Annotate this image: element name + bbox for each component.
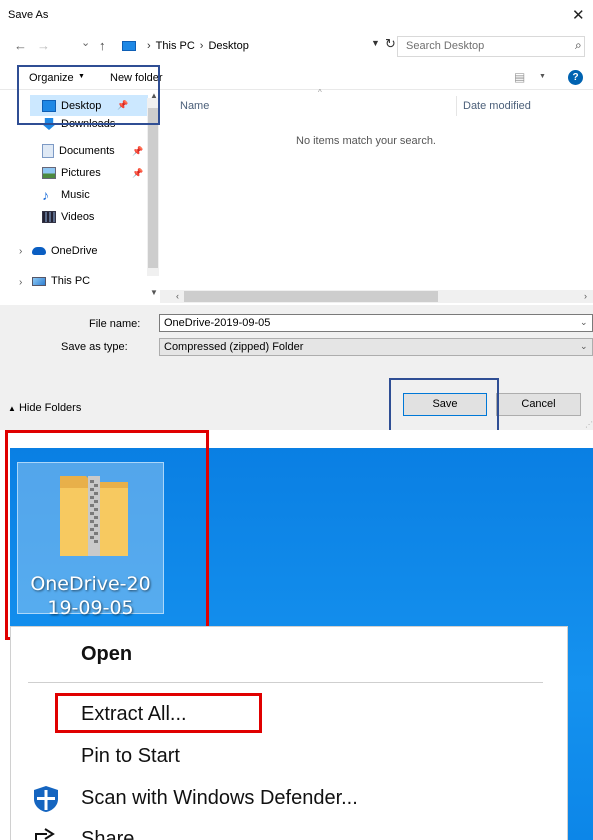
up-arrow-icon[interactable]: ↑ [99, 38, 106, 53]
column-header-name[interactable]: Name [180, 100, 209, 112]
save-as-type-select[interactable]: Compressed (zipped) Folder [159, 338, 593, 356]
column-divider[interactable] [456, 96, 457, 116]
sidebar-item-onedrive[interactable]: OneDrive [32, 241, 97, 261]
file-name-field[interactable]: OneDrive-2019-09-05 [159, 314, 593, 332]
search-input[interactable]: Search Desktop [397, 36, 585, 57]
sidebar-item-label: Music [61, 189, 90, 201]
hide-folders-label: Hide Folders [18, 402, 82, 414]
highlight-extract-all-box [55, 693, 262, 733]
breadcrumb-separator: › [199, 40, 204, 52]
cancel-button[interactable]: Cancel [496, 393, 581, 416]
sidebar-item-label: Pictures [61, 167, 101, 179]
menu-item-open[interactable]: Open [81, 643, 132, 666]
this-pc-icon [32, 276, 46, 286]
horizontal-scrollbar-thumb[interactable] [184, 291, 438, 302]
menu-item-scan-with-defender[interactable]: Scan with Windows Defender... [81, 787, 358, 810]
pictures-icon [42, 167, 56, 179]
scroll-right-icon[interactable]: › [584, 291, 587, 301]
sidebar-item-label: This PC [51, 275, 91, 287]
address-bar[interactable]: › This PC › Desktop [122, 35, 395, 57]
pin-icon: 📌 [132, 146, 144, 156]
menu-item-pin-to-start[interactable]: Pin to Start [81, 745, 180, 768]
close-icon[interactable]: ✕ [572, 6, 585, 24]
resize-grip-icon[interactable]: ⋰ [585, 420, 593, 429]
sidebar-item-label: OneDrive [51, 245, 98, 257]
help-icon[interactable]: ? [568, 70, 583, 85]
sort-indicator-icon: ^ [318, 88, 322, 97]
search-icon[interactable]: ⌕ [575, 38, 582, 53]
pin-icon: 📌 [132, 168, 144, 178]
sidebar-item-documents[interactable]: Documents [42, 141, 115, 161]
breadcrumb-separator: › [147, 40, 151, 52]
expand-chevron-icon[interactable]: › [19, 277, 22, 288]
column-header-date-modified[interactable]: Date modified [463, 100, 531, 112]
highlight-zip-file-box [5, 430, 209, 640]
chevron-up-icon: ▲ [8, 404, 16, 413]
breadcrumb-this-pc[interactable]: This PC [156, 40, 195, 52]
sidebar-item-pictures[interactable]: Pictures [42, 163, 101, 183]
sidebar-item-music[interactable]: ♪ Music [42, 185, 90, 205]
expand-chevron-icon[interactable]: › [19, 246, 22, 257]
highlight-desktop-box [17, 65, 160, 125]
scroll-down-icon[interactable]: ▼ [150, 288, 158, 297]
videos-icon [42, 211, 56, 223]
hide-folders-button[interactable]: ▲ Hide Folders [8, 402, 81, 414]
menu-separator [28, 682, 543, 683]
sidebar-item-label: Documents [59, 145, 115, 157]
menu-item-share[interactable]: Share [81, 828, 134, 840]
documents-icon [42, 144, 54, 158]
highlight-save-box [389, 378, 499, 433]
file-name-label: File name: [89, 318, 141, 330]
save-as-type-dropdown-icon[interactable]: ⌄ [580, 341, 588, 352]
address-dropdown-icon[interactable]: ▼ [371, 38, 380, 48]
forward-arrow-icon[interactable]: → [37, 38, 50, 53]
scroll-left-icon[interactable]: ‹ [176, 291, 179, 301]
nav-scrollbar-thumb[interactable] [148, 108, 158, 268]
music-icon: ♪ [42, 187, 49, 203]
sidebar-item-this-pc[interactable]: This PC [32, 271, 90, 291]
sidebar-item-label: Videos [61, 211, 95, 223]
share-icon [35, 828, 55, 840]
sidebar-item-videos[interactable]: Videos [42, 207, 94, 227]
save-as-type-label: Save as type: [61, 341, 128, 353]
this-pc-location-icon [122, 41, 136, 51]
windows-defender-icon [34, 786, 58, 812]
view-caret-icon[interactable]: ▼ [539, 73, 546, 80]
onedrive-icon [32, 247, 46, 255]
file-name-dropdown-icon[interactable]: ⌄ [580, 317, 588, 328]
back-arrow-icon[interactable]: ← [14, 38, 27, 53]
recent-locations-icon[interactable]: ⌄ [81, 36, 90, 49]
breadcrumb-desktop[interactable]: Desktop [208, 40, 248, 52]
empty-folder-message: No items match your search. [296, 135, 436, 147]
dialog-title: Save As [8, 9, 49, 21]
refresh-icon[interactable]: ↻ [385, 36, 396, 52]
view-options-icon[interactable]: ▤ [514, 70, 525, 84]
